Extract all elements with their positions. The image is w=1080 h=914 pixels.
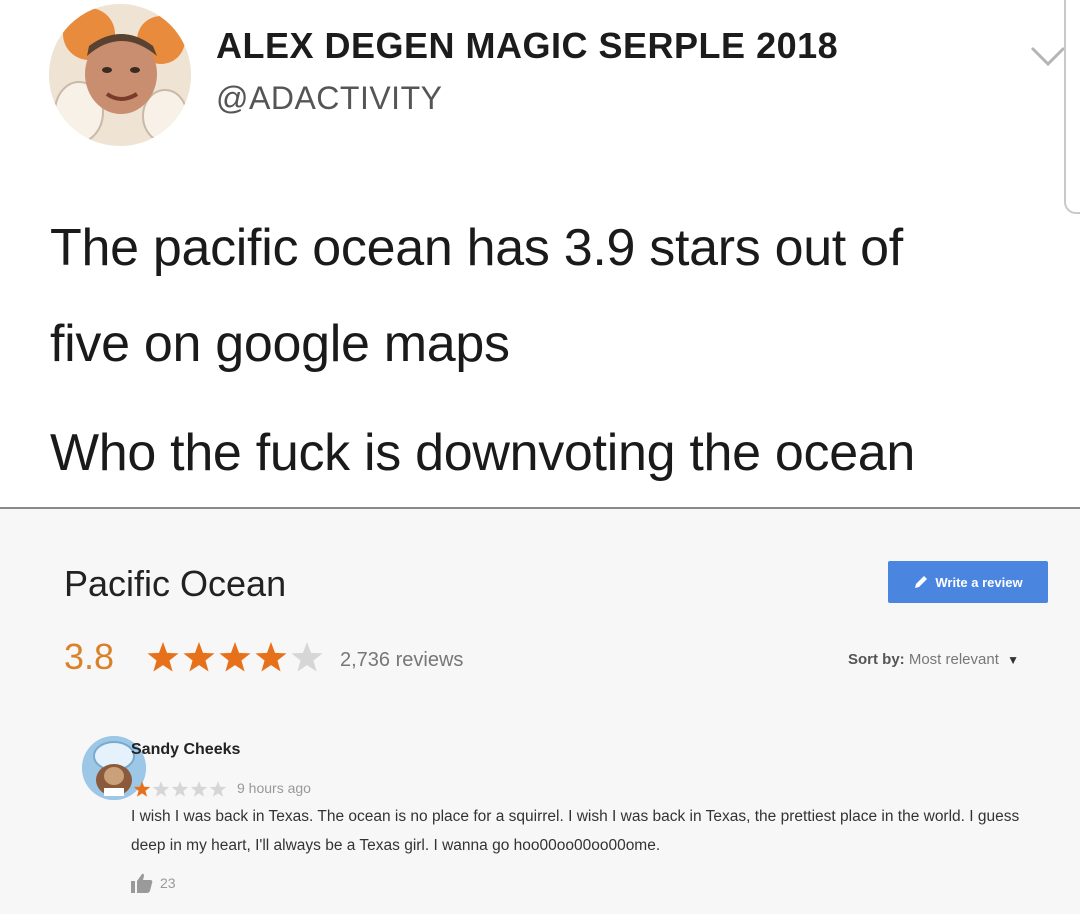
tweet-text-line: The pacific ocean has 3.9 stars out of bbox=[50, 219, 903, 277]
star-icon bbox=[133, 781, 151, 797]
avatar-image bbox=[49, 4, 191, 146]
star-icon bbox=[183, 642, 215, 672]
reviewer-name[interactable]: Sandy Cheeks bbox=[131, 741, 240, 759]
tweet-text-line: Who the fuck is downvoting the ocean bbox=[50, 424, 916, 482]
sort-dropdown[interactable]: Sort by: Most relevant ▼ bbox=[848, 651, 1019, 668]
star-icon bbox=[291, 642, 323, 672]
tweet-card: ALEX DEGEN MAGIC SERPLE 2018 @ADACTIVITY… bbox=[0, 0, 1080, 508]
sort-value: Most relevant bbox=[908, 651, 999, 668]
write-review-label: Write a review bbox=[935, 574, 1023, 590]
star-icon bbox=[255, 642, 287, 672]
caret-down-icon: ▼ bbox=[1007, 653, 1019, 667]
user-handle[interactable]: @ADACTIVITY bbox=[216, 80, 442, 117]
thumbs-up-icon bbox=[131, 873, 153, 893]
display-name[interactable]: ALEX DEGEN MAGIC SERPLE 2018 bbox=[216, 25, 838, 67]
scrollbar-edge bbox=[1064, 0, 1080, 214]
star-icon bbox=[147, 642, 179, 672]
review-stars bbox=[133, 780, 227, 798]
review-text: I wish I was back in Texas. The ocean is… bbox=[131, 808, 1020, 854]
rating-stars bbox=[146, 640, 324, 676]
pencil-icon bbox=[915, 576, 928, 588]
write-review-button[interactable]: Write a review bbox=[888, 561, 1048, 603]
review-time: 9 hours ago bbox=[237, 780, 311, 796]
place-title: Pacific Ocean bbox=[64, 563, 287, 604]
star-icon bbox=[190, 781, 208, 797]
star-icon bbox=[171, 781, 189, 797]
star-icon bbox=[152, 781, 170, 797]
star-icon bbox=[209, 781, 227, 797]
tweet-text-line: five on google maps bbox=[50, 315, 510, 373]
review-count[interactable]: 2,736 reviews bbox=[340, 649, 463, 672]
profile-avatar[interactable] bbox=[49, 4, 191, 146]
star-icon bbox=[219, 642, 251, 672]
sort-label: Sort by: bbox=[848, 651, 905, 668]
like-button[interactable]: 23 bbox=[130, 872, 176, 894]
like-count: 23 bbox=[160, 875, 176, 891]
rating-number: 3.8 bbox=[64, 636, 115, 677]
